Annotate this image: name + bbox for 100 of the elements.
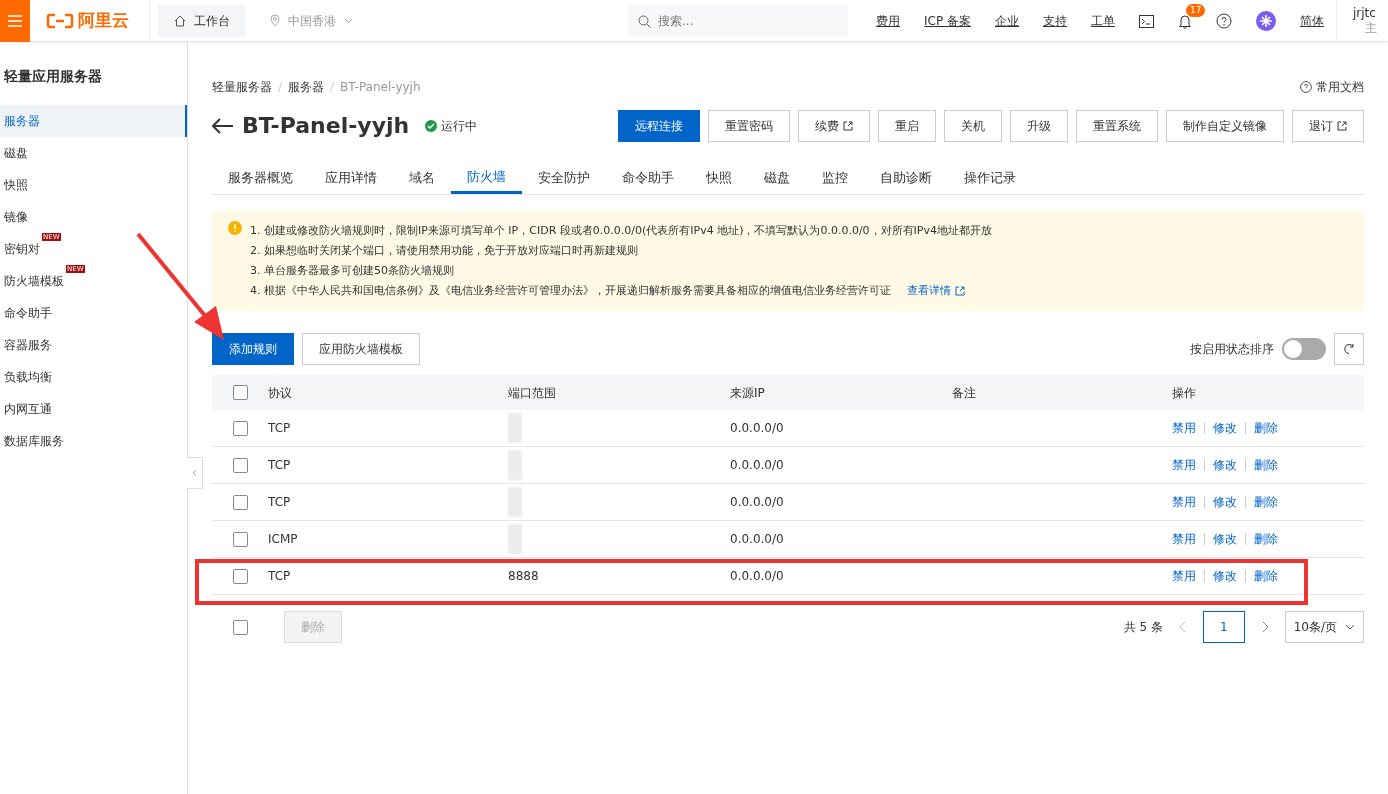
table-cell-text: 0.0.0.0/0 (730, 420, 785, 437)
nav-link[interactable]: 工单 (1079, 11, 1127, 30)
checkbox[interactable] (232, 457, 248, 473)
home-icon (174, 14, 186, 27)
action-button[interactable]: 重置密码 (708, 109, 790, 142)
refresh-button[interactable] (1334, 333, 1364, 365)
sidebar-item[interactable]: 磁盘 (0, 137, 187, 169)
checkbox[interactable] (232, 568, 248, 584)
total-count: 共 5 条 (1123, 619, 1164, 636)
row-action-link[interactable]: 修改 (1213, 456, 1237, 474)
notification-badge: 17 (1186, 3, 1206, 17)
nav-link[interactable]: 费用 (864, 11, 913, 30)
checkbox[interactable] (232, 385, 248, 400)
action-button[interactable]: 升级 (1010, 109, 1068, 142)
tab[interactable]: 安全防护 (522, 162, 606, 194)
row-action-link[interactable]: 禁用 (1172, 493, 1196, 511)
table-cell-text: 0.0.0.0/0 (730, 531, 785, 548)
language-link[interactable]: 简体 (1288, 11, 1336, 30)
action-button[interactable]: 制作自定义镜像 (1166, 109, 1284, 142)
page-button[interactable]: 1 (1203, 611, 1245, 643)
user-name[interactable]: jrjtc (1353, 5, 1388, 21)
row-action-link[interactable]: 禁用 (1172, 456, 1196, 474)
logo-text: 阿里云 (78, 8, 129, 32)
sidebar-item[interactable]: 数据库服务 (0, 425, 187, 457)
action-button[interactable]: 远程连接 (618, 109, 700, 142)
sidebar-item[interactable]: 内网互通 (0, 393, 187, 425)
row-action-link[interactable]: 删除 (1254, 419, 1278, 437)
table-cell-text: 0.0.0.0/0 (730, 568, 785, 585)
row-action-link[interactable]: 禁用 (1172, 419, 1196, 437)
tab[interactable]: 域名 (393, 162, 451, 194)
notice-text: 3. 单台服务器最多可创建50条防火墙规则 (250, 263, 454, 279)
table-cell: 8888 (508, 569, 539, 583)
warning-icon (228, 221, 242, 235)
breadcrumb-link[interactable]: 服务器 (288, 78, 325, 96)
action-button[interactable]: 关机 (944, 109, 1002, 142)
back-arrow-icon[interactable] (212, 117, 234, 134)
row-action-link[interactable]: 删除 (1254, 567, 1278, 585)
sidebar-item[interactable]: 快照 (0, 169, 187, 201)
column-header: 端口范围 (508, 384, 557, 402)
sparkle-avatar-icon[interactable] (1256, 10, 1276, 31)
checkbox[interactable] (232, 494, 248, 510)
tab[interactable]: 磁盘 (748, 162, 806, 194)
column-header: 协议 (268, 384, 293, 402)
tab[interactable]: 命令助手 (606, 162, 690, 194)
menu-icon[interactable] (8, 14, 22, 27)
sidebar-item[interactable]: 容器服务 (0, 329, 187, 361)
row-action-link[interactable]: 删除 (1254, 456, 1278, 474)
row-action-link[interactable]: 禁用 (1172, 530, 1196, 548)
chevron-down-icon (1345, 624, 1355, 630)
chevron-right-icon[interactable] (1260, 621, 1269, 633)
table-cell-text: TCP (268, 420, 292, 437)
nav-link[interactable]: 企业 (983, 11, 1031, 30)
sidebar-item[interactable]: 镜像 (0, 201, 187, 233)
details-link[interactable]: 查看详情 (907, 281, 965, 301)
help-icon[interactable] (1216, 13, 1232, 29)
notice-text: 1. 创建或修改防火墙规则时，限制IP来源可填写单个 IP，CIDR 段或者0.0.0.0/0(代表所有IPv4 地址)，不填写默认为0.0.0.0/0，对所有IPv4地址都开放 (250, 223, 992, 239)
terminal-icon[interactable] (1139, 14, 1154, 28)
tab[interactable]: 快照 (690, 162, 748, 194)
workbench-button[interactable]: 工作台 (158, 4, 246, 37)
sidebar-item[interactable]: 命令助手 (0, 297, 187, 329)
table-cell-text: TCP (268, 457, 292, 474)
table-cell-text: 0.0.0.0/0 (730, 494, 785, 511)
checkbox[interactable] (232, 619, 248, 635)
checkbox[interactable] (232, 420, 248, 436)
row-action-link[interactable]: 禁用 (1172, 567, 1196, 585)
column-header: 备注 (952, 384, 977, 402)
row-action-link[interactable]: 删除 (1254, 493, 1278, 511)
row-action-link[interactable]: 修改 (1213, 530, 1237, 548)
action-button[interactable]: 续费 (798, 109, 870, 142)
row-action-link[interactable]: 删除 (1254, 530, 1278, 548)
checkbox[interactable] (232, 531, 248, 547)
bell-icon[interactable] (1178, 13, 1192, 29)
tab[interactable]: 应用详情 (309, 162, 393, 194)
add-rule-button[interactable]: 添加规则 (212, 333, 294, 365)
tab[interactable]: 监控 (806, 162, 864, 194)
tab[interactable]: 操作记录 (948, 162, 1032, 194)
nav-link[interactable]: ICP 备案 (912, 11, 983, 30)
chevron-left-icon[interactable] (1179, 621, 1188, 633)
sidebar-item[interactable]: 负载均衡 (0, 361, 187, 393)
logo-icon (46, 12, 74, 29)
action-button[interactable]: 退订 (1292, 109, 1364, 142)
row-action-link[interactable]: 修改 (1213, 419, 1237, 437)
user-role: 主 (1365, 20, 1378, 36)
page-size-select[interactable]: 10条/页 (1284, 611, 1364, 643)
chevron-down-icon (344, 17, 353, 24)
row-action-link[interactable]: 修改 (1213, 493, 1237, 511)
docs-link[interactable]: 常用文档 (1300, 78, 1364, 96)
breadcrumb-link[interactable]: 轻量服务器 (212, 78, 272, 96)
chevron-left-icon (192, 469, 197, 477)
action-button[interactable]: 重置系统 (1076, 109, 1158, 142)
tab[interactable]: 防火墙 (451, 162, 522, 194)
collapse-handle[interactable] (187, 457, 203, 489)
sidebar-item[interactable]: 服务器 (0, 105, 187, 137)
apply-template-button[interactable]: 应用防火墙模板 (302, 333, 420, 365)
nav-link[interactable]: 支持 (1031, 11, 1079, 30)
toggle-switch[interactable] (1282, 338, 1326, 360)
row-action-link[interactable]: 修改 (1213, 567, 1237, 585)
tab[interactable]: 服务器概览 (212, 162, 309, 194)
action-button[interactable]: 重启 (878, 109, 936, 142)
tab[interactable]: 自助诊断 (864, 162, 948, 194)
